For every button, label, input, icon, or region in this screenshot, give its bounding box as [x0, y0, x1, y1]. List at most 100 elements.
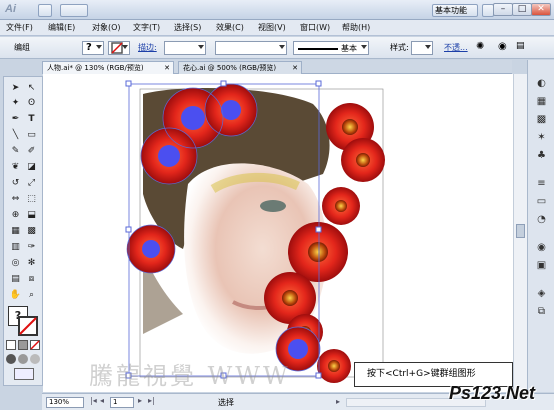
close-tab-icon[interactable]: ✕	[164, 62, 170, 74]
draw-behind-icon[interactable]	[18, 354, 28, 364]
scroll-thumb[interactable]	[516, 224, 525, 238]
menu-help[interactable]: 帮助(H)	[342, 22, 370, 33]
minimize-button[interactable]: –	[493, 3, 513, 16]
rotate-tool-icon[interactable]: ↺	[8, 176, 23, 191]
stroke-swatch-icon[interactable]	[18, 316, 38, 336]
graphic-style-swatch[interactable]	[411, 41, 433, 55]
menu-select[interactable]: 选择(S)	[174, 22, 201, 33]
gradient-tool-icon[interactable]: ▥	[8, 240, 23, 255]
arrange-documents-button[interactable]	[60, 4, 88, 17]
appearance-panel-icon[interactable]: ◉	[534, 240, 549, 255]
resize-handle[interactable]	[220, 80, 227, 87]
opacity-label[interactable]: 不透...	[444, 43, 468, 53]
brushes-panel-icon[interactable]: ✶	[534, 130, 549, 145]
eyedropper-tool-icon[interactable]: ✑	[24, 240, 39, 255]
variable-width-field[interactable]	[215, 41, 287, 55]
lasso-tool-icon[interactable]: ʘ	[24, 96, 39, 111]
resize-handle[interactable]	[125, 226, 132, 233]
shape-builder-tool-icon[interactable]: ⊕	[8, 208, 23, 223]
stroke-weight-field[interactable]	[164, 41, 206, 55]
selection-tool-icon[interactable]: ➤	[8, 81, 23, 96]
draw-normal-icon[interactable]	[6, 354, 16, 364]
resize-handle[interactable]	[125, 80, 132, 87]
fill-color-swatch[interactable]: ?	[82, 41, 104, 55]
layers-panel-icon[interactable]: ◈	[534, 286, 549, 301]
blend-tool-icon[interactable]: ◎	[8, 256, 23, 271]
menu-window[interactable]: 窗口(W)	[300, 22, 330, 33]
hand-tool-icon[interactable]: ✋	[8, 288, 23, 303]
recolor-icon[interactable]: ✺	[476, 41, 492, 55]
artboard-tool-icon[interactable]: ⧈	[24, 272, 39, 287]
free-transform-tool-icon[interactable]: ⬚	[24, 192, 39, 207]
color-guide-icon[interactable]: ▦	[534, 94, 549, 109]
artwork[interactable]	[43, 74, 513, 392]
tab-document-1[interactable]: 人物.ai* @ 130% (RGB/预览) ✕	[42, 61, 174, 74]
zoom-tool-icon[interactable]: ⌕	[24, 288, 39, 303]
rectangle-tool-icon[interactable]: ▭	[24, 128, 39, 143]
previous-page-icon[interactable]: ◂	[100, 396, 104, 405]
screen-mode-icon[interactable]	[14, 368, 34, 380]
perspective-grid-tool-icon[interactable]: ▦	[8, 224, 23, 239]
symbol-sprayer-tool-icon[interactable]: ✻	[24, 256, 39, 271]
close-button[interactable]: ✕	[531, 3, 551, 16]
site-brand: Ps123.Net	[449, 383, 536, 403]
none-mode-icon[interactable]	[30, 340, 40, 350]
eraser-tool-icon[interactable]: ◪	[24, 160, 39, 175]
artboards-panel-icon[interactable]: ⧉	[534, 304, 549, 319]
last-page-icon[interactable]: ▸|	[148, 396, 155, 405]
zoom-field[interactable]: 130%	[46, 397, 84, 408]
globe-icon[interactable]: ◉	[498, 41, 512, 55]
scale-tool-icon[interactable]: ⤢	[24, 176, 39, 191]
stroke-label[interactable]: 描边:	[138, 43, 157, 53]
width-tool-icon[interactable]: ⇔	[8, 192, 23, 207]
maximize-button[interactable]: □	[512, 3, 532, 16]
bridge-button[interactable]	[38, 4, 52, 17]
pencil-tool-icon[interactable]: ✐	[24, 144, 39, 159]
first-page-icon[interactable]: |◂	[90, 396, 97, 405]
tab-document-2[interactable]: 花心.ai @ 500% (RGB/预览) ✕	[178, 61, 302, 74]
page-field[interactable]: 1	[110, 397, 134, 408]
menu-view[interactable]: 视图(V)	[258, 22, 286, 33]
menu-type[interactable]: 文字(T)	[133, 22, 160, 33]
workspace-switcher[interactable]: 基本功能	[432, 4, 478, 17]
stroke-panel-icon[interactable]: ≡	[534, 176, 549, 191]
gradient-panel-icon[interactable]: ▭	[534, 194, 549, 209]
red-flower[interactable]	[317, 349, 351, 383]
paintbrush-tool-icon[interactable]: ✎	[8, 144, 23, 159]
panel-menu-icon[interactable]: ▤	[516, 41, 544, 55]
graph-tool-icon[interactable]: ▤	[8, 272, 23, 287]
close-tab-icon[interactable]: ✕	[292, 62, 298, 74]
menu-object[interactable]: 对象(O)	[92, 22, 121, 33]
symbols-panel-icon[interactable]: ♣	[534, 148, 549, 163]
blob-brush-tool-icon[interactable]: ❦	[8, 160, 23, 175]
color-panel-icon[interactable]: ◐	[534, 76, 549, 91]
color-mode-icon[interactable]	[6, 340, 16, 350]
magic-wand-tool-icon[interactable]: ✦	[8, 96, 23, 111]
live-paint-tool-icon[interactable]: ⬓	[24, 208, 39, 223]
stroke-color-swatch[interactable]	[108, 41, 130, 55]
red-flower[interactable]	[341, 138, 385, 182]
transparency-panel-icon[interactable]: ◔	[534, 212, 549, 227]
pen-tool-icon[interactable]: ✒	[8, 112, 23, 127]
swatches-panel-icon[interactable]: ▩	[534, 112, 549, 127]
gradient-mode-icon[interactable]	[18, 340, 28, 350]
next-page-icon[interactable]: ▸	[138, 396, 142, 405]
direct-selection-tool-icon[interactable]: ↖	[24, 81, 39, 96]
line-tool-icon[interactable]: ╲	[8, 128, 23, 143]
mesh-tool-icon[interactable]: ▩	[24, 224, 39, 239]
graphic-styles-panel-icon[interactable]: ▣	[534, 258, 549, 273]
none-stroke-icon	[18, 316, 38, 336]
resize-handle[interactable]	[315, 372, 322, 379]
resize-handle[interactable]	[315, 80, 322, 87]
brush-definition-field[interactable]: 基本	[293, 41, 369, 55]
draw-inside-icon[interactable]	[30, 354, 40, 364]
type-tool-icon[interactable]: T	[24, 112, 39, 127]
artboard-canvas[interactable]	[43, 74, 513, 392]
menu-file[interactable]: 文件(F)	[6, 22, 33, 33]
status-menu-icon[interactable]: ▸	[336, 397, 340, 406]
menu-edit[interactable]: 编辑(E)	[48, 22, 75, 33]
red-flower[interactable]	[322, 187, 360, 225]
menu-effect[interactable]: 效果(C)	[216, 22, 244, 33]
vertical-scrollbar[interactable]	[513, 74, 527, 392]
resize-handle[interactable]	[315, 226, 322, 233]
